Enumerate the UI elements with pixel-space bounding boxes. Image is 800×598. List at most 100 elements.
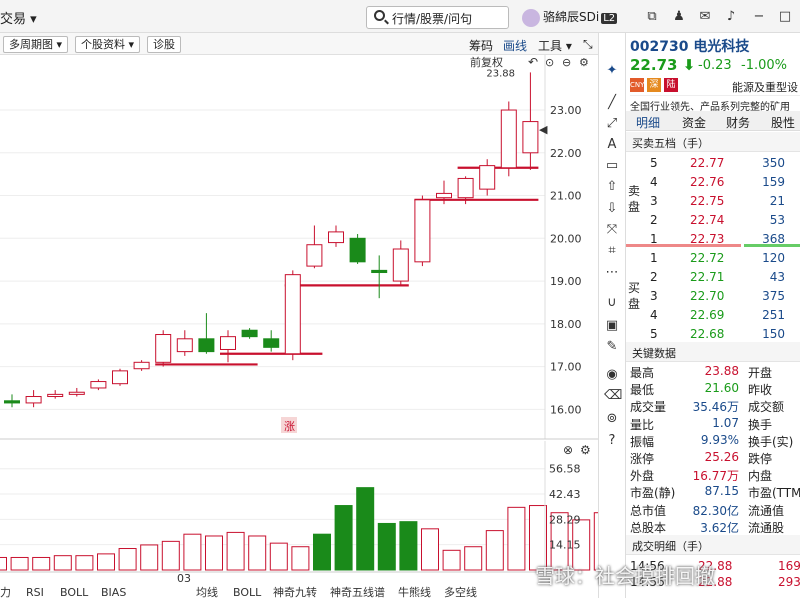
tab-funds[interactable]: 资金 xyxy=(682,114,706,131)
screen-icon[interactable]: ⧉ xyxy=(645,10,659,24)
indicator-tab[interactable]: 牛熊线 xyxy=(398,585,431,598)
more-tools-icon[interactable]: ⋯ xyxy=(604,265,620,281)
minimize-icon[interactable]: − xyxy=(752,10,766,24)
tab-character[interactable]: 股性 xyxy=(771,114,795,131)
diagnose-label: 诊股 xyxy=(153,38,175,51)
keydata-value: 1.07 xyxy=(712,415,739,430)
candle-body xyxy=(349,237,366,263)
search-input[interactable]: 行情/股票/问句 xyxy=(366,6,509,29)
tag-shenzhen[interactable]: 深 xyxy=(647,78,661,92)
share-icon[interactable]: ⊚ xyxy=(604,411,620,427)
candle-body xyxy=(25,396,42,404)
user-account[interactable]: 骆綿辰SDi L2 xyxy=(522,8,618,27)
volume-tick: 42.43 xyxy=(549,488,581,501)
ask-volume: 53 xyxy=(769,213,785,227)
trade-menu[interactable]: 交易 ▾ xyxy=(0,8,37,27)
indicator-tab[interactable]: 均线 xyxy=(196,585,218,598)
limit-up-badge-label: 涨 xyxy=(284,420,295,433)
ask-price: 22.77 xyxy=(690,156,725,170)
volume-bar xyxy=(334,505,353,571)
volume-settings-icon[interactable]: ⚙ xyxy=(580,443,591,457)
help-icon[interactable]: ? xyxy=(604,433,620,449)
indicator-tab[interactable]: 神奇五线谱 xyxy=(330,585,385,598)
magnet-icon[interactable]: ∪ xyxy=(604,295,620,311)
maximize-icon[interactable]: □ xyxy=(778,10,792,24)
price-chart[interactable]: 23.00 22.00 21.00 20.00 19.00 18.00 17.00 16.00… xyxy=(0,55,598,441)
pin-icon[interactable]: ✦ xyxy=(604,63,620,79)
indicator-tab[interactable]: 多空线 xyxy=(444,585,477,598)
indicator-tab[interactable]: BIAS xyxy=(101,586,126,598)
candle-body xyxy=(414,199,431,263)
bid-volume: 120 xyxy=(762,251,785,265)
lock-icon[interactable]: ▣ xyxy=(604,318,620,334)
volume-bar xyxy=(377,522,396,571)
shape-tool-icon[interactable]: ⌗ xyxy=(604,243,620,259)
keydata-row: 最低 21.60 昨收 xyxy=(626,380,800,397)
line-tool-icon[interactable]: ╱ xyxy=(604,95,620,111)
indicator-tab[interactable]: BOLL xyxy=(233,586,262,598)
volume-chart[interactable]: 56.58 42.43 28.29 14.15 ⊗ ⚙ 03 力 RSI BOLL BIAS… xyxy=(0,441,598,598)
indicator-tab[interactable]: BOLL xyxy=(60,586,89,598)
shirt-icon[interactable]: ♟ xyxy=(672,10,686,24)
delete-icon[interactable]: ⌫ xyxy=(604,388,622,404)
mail-icon[interactable]: ✉ xyxy=(698,10,712,24)
volume-bar xyxy=(161,540,180,571)
candle-body xyxy=(392,248,409,282)
keydata-value: 9.93% xyxy=(700,432,739,447)
keydata-label: 涨停 xyxy=(630,452,655,466)
bid-volume: 251 xyxy=(762,308,785,322)
segment-tool-icon[interactable]: ⤢ xyxy=(604,116,620,132)
ask-level: 5 xyxy=(650,156,658,170)
tab-finance[interactable]: 财务 xyxy=(726,114,750,131)
tools-dropdown[interactable]: 工具 ▾ xyxy=(538,37,572,54)
collapse-icon[interactable]: ⤡ xyxy=(583,37,593,52)
ask-price: 22.75 xyxy=(690,194,725,208)
keydata-label: 量比 xyxy=(630,417,655,432)
bell-icon[interactable]: ♪ xyxy=(724,10,738,24)
price-tick: 22.00 xyxy=(550,147,582,160)
indicator-tab[interactable]: RSI xyxy=(26,586,44,598)
close-icon[interactable]: ⊗ xyxy=(563,443,573,457)
keydata-row: 量比 1.07 换手 xyxy=(626,415,800,432)
undo-icon[interactable]: ↶ xyxy=(528,55,538,69)
keydata-label-2: 开盘 xyxy=(748,366,773,380)
arrow-up-tool-icon[interactable]: ⇧ xyxy=(604,179,620,195)
comment-tool-icon[interactable]: ▭ xyxy=(604,158,620,174)
adjust-label[interactable]: 前复权 xyxy=(470,55,503,69)
chart-toolbar: 多周期图 ▾ 个股资料 ▾ 诊股 筹码 画线 工具 ▾ ⤡ xyxy=(0,33,598,55)
ask-row: 5 22.77 350 xyxy=(626,154,800,172)
candle-body xyxy=(522,121,539,154)
reset-icon[interactable]: ⊙ xyxy=(545,56,554,69)
tag-connect[interactable]: 陆 xyxy=(664,78,678,92)
measure-tool-icon[interactable]: ⤧ xyxy=(604,222,620,238)
support-lines xyxy=(155,166,539,366)
indicator-tab[interactable]: 神奇九转 xyxy=(273,585,317,598)
trade-volume: 169 xyxy=(778,559,800,573)
zoom-out-icon[interactable]: ⊖ xyxy=(562,56,571,69)
watermark: 雪球：社会摸排回撤 xyxy=(535,564,715,588)
diagnose-button[interactable]: 诊股 xyxy=(147,36,181,53)
candle-body xyxy=(133,361,150,370)
tab-detail[interactable]: 明细 xyxy=(636,114,661,134)
bid-level: 4 xyxy=(650,308,658,322)
volume-bar xyxy=(118,548,137,571)
stock-info-dropdown[interactable]: 个股资料 ▾ xyxy=(75,36,141,53)
keydata-value: 35.46万 xyxy=(692,400,739,415)
chips-button[interactable]: 筹码 xyxy=(469,37,493,54)
candle-body xyxy=(176,338,193,353)
price-tick: 19.00 xyxy=(550,275,582,288)
tag-cny[interactable]: CNY xyxy=(630,78,644,92)
candle-body xyxy=(90,381,107,389)
bid-price: 22.69 xyxy=(690,308,725,322)
edit-icon[interactable]: ✎ xyxy=(604,339,620,355)
period-dropdown[interactable]: 多周期图 ▾ xyxy=(3,36,69,53)
indicator-tab[interactable]: 力 xyxy=(0,586,11,598)
draw-button[interactable]: 画线 xyxy=(503,37,527,54)
arrow-down-tool-icon[interactable]: ⇩ xyxy=(604,201,620,217)
keydata-label-2: 跌停 xyxy=(748,452,773,466)
settings-icon[interactable]: ⚙ xyxy=(579,56,589,69)
keydata-label: 最低 xyxy=(630,383,655,398)
sector-notice[interactable]: 能源及重型设 xyxy=(732,79,798,95)
eye-icon[interactable]: ◉ xyxy=(604,367,620,383)
text-tool-icon[interactable]: A xyxy=(604,137,620,153)
